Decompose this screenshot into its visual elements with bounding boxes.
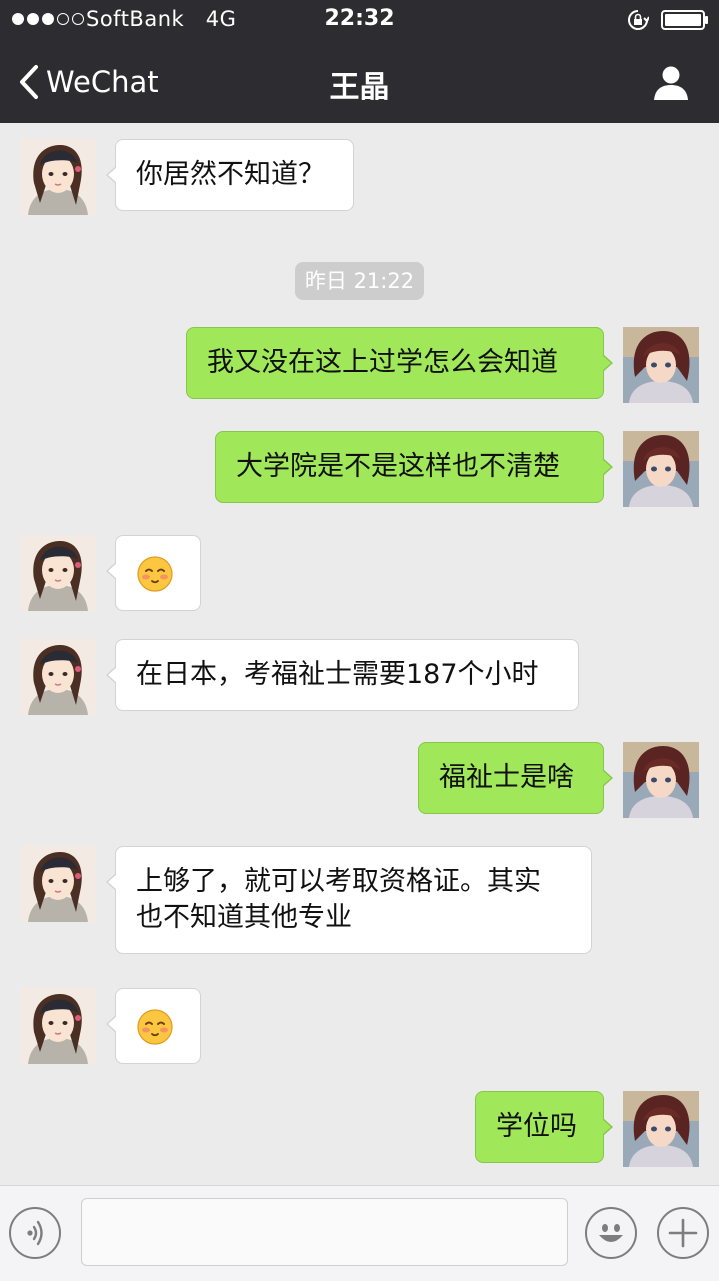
incoming-message-bubble[interactable]: 你居然不知道？	[106, 139, 354, 211]
outgoing-message-bubble[interactable]: 我又没在这上过学怎么会知道	[186, 327, 613, 399]
user-avatar[interactable]	[623, 327, 699, 403]
user-avatar[interactable]	[623, 1091, 699, 1167]
message-text: 在日本，考福祉士需要187个小时	[136, 659, 539, 690]
voice-icon	[27, 1220, 43, 1246]
incoming-message-bubble[interactable]	[106, 988, 201, 1064]
contact-avatar[interactable]	[20, 139, 96, 215]
rotation-lock-icon	[628, 10, 649, 30]
battery-icon	[661, 10, 708, 30]
contact-avatar[interactable]	[20, 639, 96, 715]
timestamp-badge: 昨日 21:22	[295, 262, 424, 300]
message-text: 大学院是不是这样也不清楚	[236, 451, 560, 482]
profile-icon[interactable]	[652, 64, 690, 102]
emoji-icon	[599, 1224, 623, 1242]
message-text-line: 也不知道其他专业	[136, 902, 352, 933]
plus-icon	[668, 1218, 698, 1248]
emoji-button[interactable]	[585, 1207, 637, 1259]
nav-bar: WeChat 王晶	[0, 40, 719, 123]
message-text: 福祉士是啥	[439, 762, 574, 793]
status-time: 22:32	[324, 6, 395, 31]
blushing-face-icon	[137, 1009, 173, 1045]
incoming-message-bubble[interactable]: 上够了，就可以考取资格证。其实 也不知道其他专业	[106, 846, 592, 954]
back-label: WeChat	[46, 65, 159, 99]
message-text: 学位吗	[496, 1111, 577, 1142]
back-button[interactable]: WeChat	[18, 62, 159, 102]
incoming-message-bubble[interactable]	[106, 535, 201, 611]
plus-button[interactable]	[657, 1207, 709, 1259]
outgoing-message-bubble[interactable]: 学位吗	[475, 1091, 613, 1163]
user-avatar[interactable]	[623, 742, 699, 818]
blushing-face-icon	[137, 556, 173, 592]
contact-avatar[interactable]	[20, 535, 96, 611]
message-text-line: 上够了，就可以考取资格证。其实	[136, 866, 541, 897]
contact-avatar[interactable]	[20, 846, 96, 922]
user-avatar[interactable]	[623, 431, 699, 507]
outgoing-message-bubble[interactable]: 大学院是不是这样也不清楚	[215, 431, 613, 503]
voice-button[interactable]	[9, 1207, 61, 1259]
chevron-left-icon	[20, 65, 38, 99]
input-bar	[0, 1185, 719, 1281]
chat-area[interactable]: 你居然不知道？ 昨日 21:22 我又没在这上过学怎么会知道 大学院是不是这样也…	[0, 123, 719, 1185]
message-text: 你居然不知道？	[136, 159, 325, 190]
message-text: 我又没在这上过学怎么会知道	[207, 347, 558, 378]
outgoing-message-bubble[interactable]: 福祉士是啥	[418, 742, 613, 814]
top-bar: SoftBank 4G 22:32 WeChat 王晶	[0, 0, 719, 123]
contact-avatar[interactable]	[20, 988, 96, 1064]
message-input[interactable]	[81, 1198, 568, 1266]
status-bar: SoftBank 4G 22:32	[0, 0, 719, 40]
incoming-message-bubble[interactable]: 在日本，考福祉士需要187个小时	[106, 639, 579, 711]
